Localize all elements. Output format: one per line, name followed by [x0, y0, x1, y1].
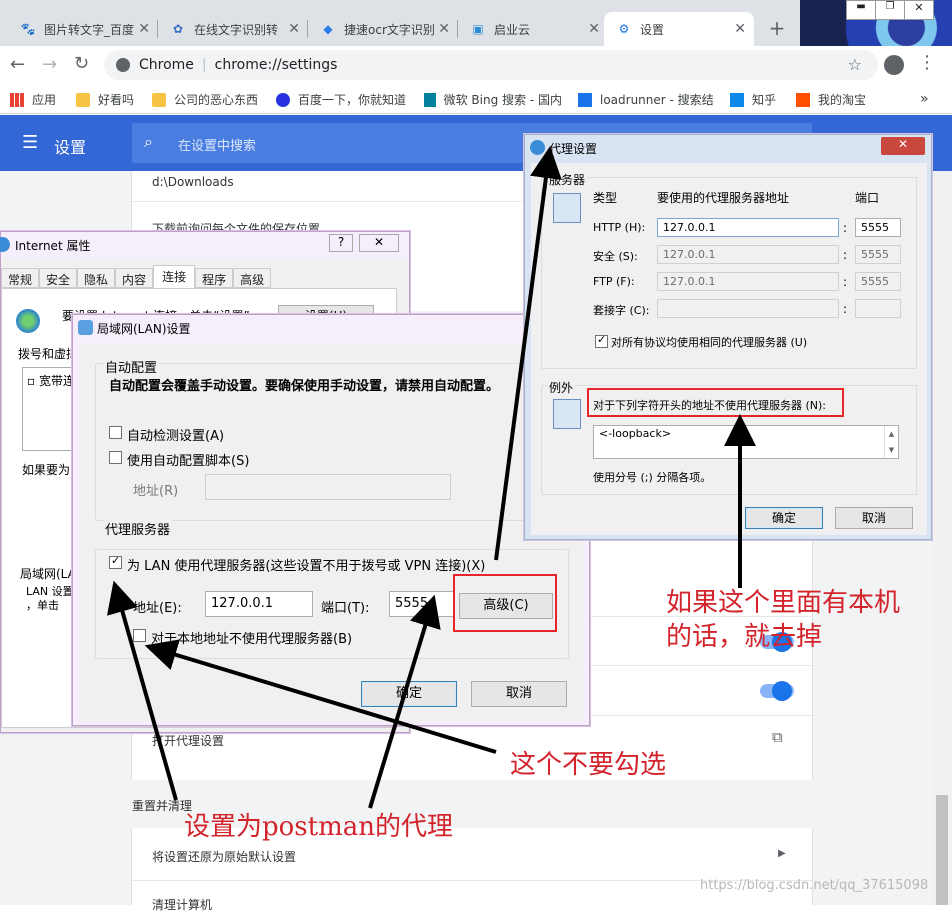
- annotation-arrows: [106, 146, 756, 809]
- arrow-to-port: [368, 594, 441, 809]
- arrow-to-use-proxy: [106, 580, 178, 801]
- annotation-set-postman: 设置为postman的代理: [184, 812, 453, 842]
- annotation-dont-check: 这个不要勾选: [510, 750, 667, 780]
- arrow-to-bypass-local: [144, 639, 497, 754]
- annotation-remove-local: 如果这个里面有本机 的话，就去掉: [666, 588, 901, 652]
- arrow-to-proxy-dialog: [494, 146, 562, 561]
